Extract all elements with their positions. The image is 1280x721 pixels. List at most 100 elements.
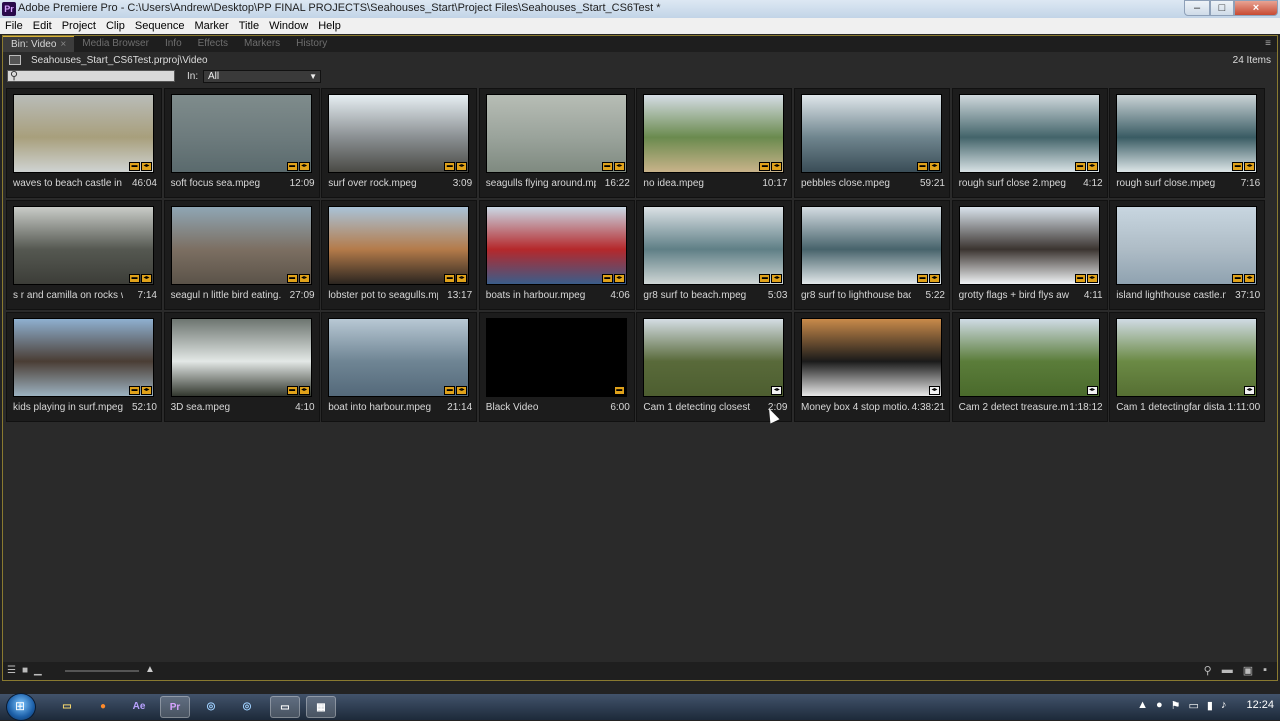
- search-input[interactable]: ⚲: [7, 70, 175, 82]
- menu-clip[interactable]: Clip: [101, 18, 130, 34]
- clip-thumbnail[interactable]: ◂▸: [801, 318, 942, 397]
- clip-item[interactable]: ◂▸ Money box 4 stop motio... 4:38:21: [794, 312, 950, 422]
- audio-track-icon: ◂▸: [141, 274, 152, 283]
- chrome-taskbar-icon[interactable]: ◎: [196, 696, 226, 718]
- clip-item[interactable]: ▬ ◂▸ soft focus sea.mpeg 12:09: [163, 88, 320, 198]
- clip-item[interactable]: ▬ Black Video 6:00: [478, 312, 635, 422]
- clip-item[interactable]: ▬ ◂▸ no idea.mpeg 10:17: [636, 88, 793, 198]
- after-effects-taskbar-icon[interactable]: Ae: [124, 696, 154, 718]
- zoom-in-icon[interactable]: ▲: [145, 664, 155, 675]
- close-button[interactable]: ×: [1234, 0, 1278, 16]
- menu-marker[interactable]: Marker: [189, 18, 233, 34]
- clip-item[interactable]: ▬ ◂▸ pebbles close.mpeg 59:21: [794, 88, 950, 198]
- tab-effects[interactable]: Effects: [190, 36, 236, 52]
- panel-menu-icon[interactable]: ≡: [1265, 38, 1271, 49]
- flag-icon[interactable]: ⚑: [1171, 699, 1181, 712]
- clip-item[interactable]: ▬ ◂▸ rough surf close 2.mpeg 4:12: [951, 88, 1108, 198]
- new-item-icon[interactable]: ▣: [1243, 664, 1253, 677]
- clip-thumbnail[interactable]: ▬ ◂▸: [170, 206, 312, 285]
- start-button[interactable]: ⊞: [6, 693, 36, 721]
- tab-media-browser[interactable]: Media Browser: [74, 36, 157, 52]
- new-bin-icon[interactable]: ▬: [1222, 664, 1233, 677]
- zoom-slider[interactable]: [65, 670, 139, 672]
- chrome-2-taskbar-icon[interactable]: ◎: [232, 696, 262, 718]
- menu-project[interactable]: Project: [57, 18, 101, 34]
- minimize-button[interactable]: –: [1184, 0, 1210, 16]
- tray-expand-icon[interactable]: ▲: [1137, 699, 1148, 712]
- tab-info[interactable]: Info: [157, 36, 190, 52]
- clip-thumbnail[interactable]: ▬ ◂▸: [328, 318, 470, 397]
- find-icon[interactable]: ⚲: [1204, 664, 1212, 677]
- clip-thumbnail[interactable]: ▬ ◂▸: [328, 94, 470, 173]
- menu-window[interactable]: Window: [264, 18, 313, 34]
- menu-title[interactable]: Title: [234, 18, 264, 34]
- clip-thumbnail[interactable]: ▬ ◂▸: [170, 318, 312, 397]
- clip-thumbnail[interactable]: ▬ ◂▸: [1116, 94, 1258, 173]
- clip-item[interactable]: ▬◂▸ island lighthouse castle.m... 37:10: [1109, 200, 1266, 310]
- bin-folder-icon[interactable]: [9, 55, 21, 65]
- clip-item[interactable]: ▬◂▸ waves to beach castle in b... 46:04: [6, 88, 162, 198]
- clip-thumbnail[interactable]: ◂▸: [1116, 318, 1258, 397]
- clip-thumbnail[interactable]: ▬ ◂▸: [13, 206, 154, 285]
- in-dropdown[interactable]: All ▼: [203, 70, 321, 83]
- clip-thumbnail[interactable]: ▬ ◂▸: [13, 318, 154, 397]
- clip-thumbnail[interactable]: ◂▸: [643, 318, 785, 397]
- clip-item[interactable]: ▬◂▸ gr8 surf to lighthouse back.... 5:22: [794, 200, 950, 310]
- icon-view-icon[interactable]: ■: [22, 665, 28, 676]
- clip-item[interactable]: ▬ ◂▸ seagul n little bird eating.... 27:09: [163, 200, 320, 310]
- menu-edit[interactable]: Edit: [28, 18, 57, 34]
- maximize-button[interactable]: □: [1210, 0, 1234, 16]
- clip-thumbnail[interactable]: ▬ ◂▸: [643, 206, 785, 285]
- zoom-out-icon[interactable]: ▁: [34, 665, 42, 676]
- close-tab-icon[interactable]: ×: [60, 39, 66, 50]
- clip-item[interactable]: ▬ ◂▸ seagulls flying around.mp... 16:22: [478, 88, 635, 198]
- clip-item[interactable]: ◂▸Cam 1 detecting closest di...2:09: [636, 312, 793, 422]
- network-icon[interactable]: ▭: [1189, 699, 1199, 712]
- volume-icon[interactable]: ♪: [1221, 699, 1227, 712]
- clip-thumbnail[interactable]: ▬ ◂▸: [485, 94, 627, 173]
- firefox-taskbar-icon[interactable]: ●: [88, 696, 118, 718]
- clip-thumbnail[interactable]: ▬ ◂▸: [801, 206, 942, 285]
- clip-thumbnail[interactable]: ◂▸: [958, 318, 1100, 397]
- clip-item[interactable]: ▬◂▸ s r and camilla on rocks wit... 7:14: [6, 200, 162, 310]
- clip-item[interactable]: ▬ ◂▸ kids playing in surf.mpeg 52:10: [6, 312, 162, 422]
- clip-name: soft focus sea.mpeg: [170, 178, 261, 189]
- clip-thumbnail[interactable]: ▬ ◂▸: [1116, 206, 1258, 285]
- clip-thumbnail[interactable]: ▬ ◂▸: [485, 206, 627, 285]
- clip-item[interactable]: ▬ ◂▸ gr8 surf to beach.mpeg 5:03: [636, 200, 793, 310]
- chevron-down-icon: ▼: [309, 72, 317, 81]
- clip-item[interactable]: ▬ ◂▸ 3D sea.mpeg 4:10: [163, 312, 320, 422]
- tab-markers[interactable]: Markers: [236, 36, 288, 52]
- menu-help[interactable]: Help: [313, 18, 346, 34]
- clip-item[interactable]: ▬ ◂▸ boat into harbour.mpeg 21:14: [321, 312, 478, 422]
- signal-icon[interactable]: ▮: [1207, 699, 1213, 712]
- clip-thumbnail[interactable]: ▬ ◂▸: [328, 206, 470, 285]
- tab-bin-video[interactable]: Bin: Video ×: [3, 36, 75, 52]
- menu-sequence[interactable]: Sequence: [130, 18, 190, 34]
- clip-item[interactable]: ▬ ◂▸ rough surf close.mpeg 7:16: [1109, 88, 1266, 198]
- list-view-icon[interactable]: ☰: [7, 665, 16, 676]
- clip-thumbnail[interactable]: ▬ ◂▸: [958, 206, 1100, 285]
- tray-app-icon[interactable]: ●: [1156, 699, 1163, 712]
- clip-item[interactable]: ▬ ◂▸ surf over rock.mpeg 3:09: [321, 88, 478, 198]
- premiere-taskbar-icon[interactable]: Pr: [160, 696, 190, 718]
- clip-item[interactable]: ◂▸ Cam 1 detectingfar dista... 1:11:00: [1109, 312, 1266, 422]
- clip-badges: ▬ ◂▸: [286, 274, 310, 283]
- explorer-taskbar-icon[interactable]: ▭: [52, 696, 82, 718]
- clip-item[interactable]: ▬◂▸ grotty flags + bird flys awa... 4:11: [951, 200, 1108, 310]
- window-taskbar-icon[interactable]: ▭: [270, 696, 300, 718]
- clip-thumbnail[interactable]: ▬ ◂▸: [13, 94, 154, 173]
- clip-item[interactable]: ▬ ◂▸ boats in harbour.mpeg 4:06: [478, 200, 635, 310]
- menu-file[interactable]: File: [0, 18, 28, 34]
- clip-thumbnail[interactable]: ▬ ◂▸: [801, 94, 942, 173]
- media-taskbar-icon[interactable]: ▦: [306, 696, 336, 718]
- clip-thumbnail[interactable]: ▬ ◂▸: [643, 94, 785, 173]
- clip-item[interactable]: ◂▸ Cam 2 detect treasure.m... 1:18:12: [951, 312, 1108, 422]
- trash-icon[interactable]: ▪: [1263, 664, 1267, 677]
- tab-history[interactable]: History: [288, 36, 335, 52]
- search-row: ⚲ In: All ▼: [3, 69, 1277, 85]
- clip-thumbnail[interactable]: ▬ ◂▸: [958, 94, 1100, 173]
- clip-thumbnail[interactable]: ▬ ◂▸: [170, 94, 312, 173]
- clip-item[interactable]: ▬◂▸ lobster pot to seagulls.mp... 13:17: [321, 200, 478, 310]
- clip-thumbnail[interactable]: ▬: [485, 318, 627, 397]
